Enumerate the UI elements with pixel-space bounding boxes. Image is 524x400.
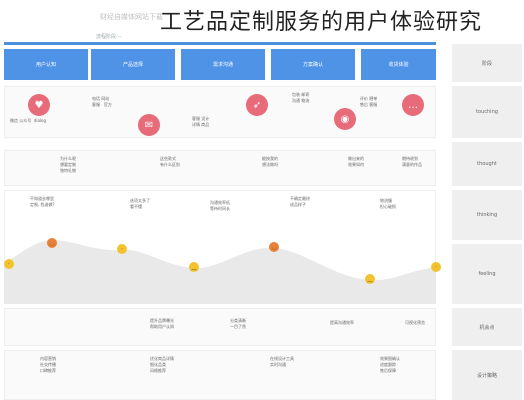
touch-text-2: 电话 网站 客服 官方 [92,96,112,107]
eye-icon: ◉ [334,108,356,130]
strategy-1: 内容营销 社交传播 口碑推荐 [40,356,56,373]
touch-text-4: 包装 邮寄 沟通 物流 [292,92,310,103]
stage-caption: 流程阶段 -- [96,34,122,40]
thought-1: 为什么呢 想要定制 独特礼物 [60,156,76,173]
strategy-panel [4,350,436,400]
heart-icon: ♥ [28,94,50,116]
watermark: 财经自媒体网站下载 [100,13,163,21]
emoji-happy-icon: ◡ [47,238,57,248]
opportunity-4: 可视化预览 [405,320,425,325]
thought-4: 做出来的 效果如何 [348,156,364,167]
row-label-strategy: 设计策略 [452,350,522,400]
emoji-happy-icon: ◡ [269,242,279,252]
opportunity-panel [4,308,436,346]
emoji-neutral-icon: · [117,244,127,254]
touching-panel [4,86,436,138]
thinking-1: 不知道去哪里 定制, 找谁做? [30,196,55,207]
stage-4: 方案确认 [271,49,355,80]
page-title: 工艺品定制服务的用户体验研究 [160,10,483,35]
row-label-stage: 阶段 [452,44,522,82]
row-label-feeling: feeling [452,244,522,304]
emoji-neutral-icon: · [431,262,441,272]
strategy-4: 效果图确认 进度跟踪 售后保障 [380,356,400,373]
header-divider [4,42,436,45]
mail-icon: ✉ [138,114,160,136]
touch-text-5: 评价 晒单 售后 客服 [360,96,378,107]
opportunity-3: 提高沟通效率 [330,320,354,325]
touch-text-3: 客服 设计 详情 商品 [192,116,210,127]
row-label-thought: thought [452,142,522,186]
thinking-3: 沟通效率低 等待时间长 [210,200,230,211]
thought-2: 这些款式 有什么区别 [160,156,180,167]
strategy-3: 在线设计工具 实时沟通 [270,356,294,367]
emoji-sad-icon: ︵ [365,274,375,284]
opportunity-1: 提升品牌曝光 帮助用户认知 [150,318,174,329]
thinking-2: 选项太多了 看不懂 [130,198,150,209]
row-label-touching: touching [452,86,522,138]
stage-3: 需求沟通 [181,49,265,80]
opportunity-2: 分类清晰 一目了然 [230,318,246,329]
thought-3: 能按我的 想法做吗 [262,156,278,167]
stage-1: 用户认知 [4,49,88,80]
stage-5: 收货体验 [361,49,436,80]
strategy-2: 优化商品详情 细化品类 风格推荐 [150,356,174,373]
feeling-curve [4,240,436,304]
emoji-neutral-icon: · [4,259,14,269]
emoji-sad-icon: ︵ [189,262,199,272]
stage-2: 产品选择 [91,49,175,80]
row-label-thinking: thinking [452,190,522,240]
chat-icon: … [402,94,424,116]
thinking-4: 不确定最终 成品样子 [290,196,310,207]
row-label-opportunity: 机会点 [452,308,522,346]
touch-text-1: 微信 公众号 dialog [10,118,47,123]
thinking-5: 物流慢 担心破损 [380,198,396,209]
rocket-icon: ➶ [246,94,268,116]
thought-5: 期待收到 满意的作品 [402,156,422,167]
